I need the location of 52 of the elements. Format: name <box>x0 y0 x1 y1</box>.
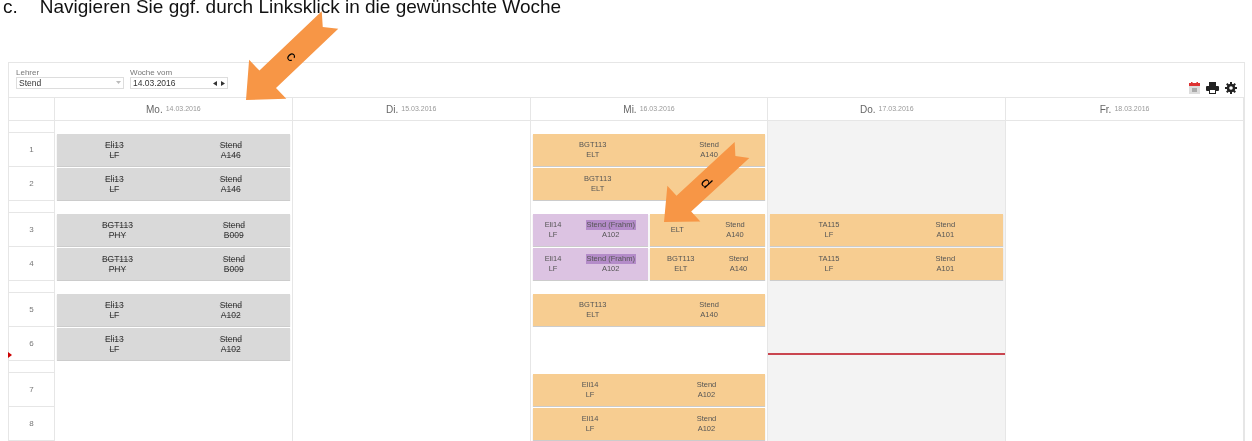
subject-name: LF <box>109 150 120 160</box>
printer-icon[interactable] <box>1206 82 1219 94</box>
lesson-card[interactable]: Eli13 LF Stend A146 <box>57 168 290 200</box>
class-name: Eli13 <box>104 140 124 150</box>
period-number: 2 <box>29 177 34 190</box>
teacher-name: Stend <box>219 300 242 310</box>
subject-name: LF <box>109 310 120 320</box>
room-name: A146 <box>220 184 241 194</box>
teacher-name: Stend <box>219 334 242 344</box>
callout-letter: d <box>697 173 716 192</box>
period-number: 8 <box>29 417 34 430</box>
subject-name: LF <box>109 344 120 354</box>
teacher-select[interactable]: Stend <box>16 77 124 89</box>
period-number: 1 <box>29 143 34 156</box>
calendar-icon[interactable] <box>1189 82 1200 94</box>
list-marker: c. <box>3 0 18 18</box>
class-name: BGT113 <box>101 220 133 230</box>
lesson-card[interactable]: Eli13 LF Stend A102 <box>57 328 290 360</box>
lesson-card[interactable]: Eli13 LF Stend A146 <box>57 134 290 166</box>
lesson-card[interactable]: BGT113 PHY Stend B009 <box>57 248 290 280</box>
instruction-text: Navigieren Sie ggf. durch Linksklick in die gewünschte Woche <box>39 0 562 18</box>
callout-letter: c <box>283 47 301 65</box>
period-number: 3 <box>29 223 34 236</box>
next-icon[interactable] <box>221 80 225 86</box>
room-name: A102 <box>220 344 241 354</box>
lesson-card[interactable]: Eli13 LF Stend A102 <box>57 294 290 326</box>
period-number: 5 <box>29 303 34 316</box>
teacher-name: Stend <box>222 254 245 264</box>
caret-icon <box>116 81 121 85</box>
period-number: 6 <box>29 337 34 350</box>
room-name: A146 <box>220 150 241 160</box>
class-name: Eli13 <box>104 174 124 184</box>
teacher-name: Stend <box>219 174 242 184</box>
period-number: 4 <box>29 257 34 270</box>
period-number: 7 <box>29 383 34 396</box>
teacher-name: Stend <box>219 140 242 150</box>
date-field[interactable]: 14.03.2016 <box>130 77 228 89</box>
class-name: Eli13 <box>104 334 124 344</box>
class-name: BGT113 <box>101 254 133 264</box>
room-name: A102 <box>220 310 241 320</box>
settings-icon[interactable] <box>1225 82 1237 94</box>
room-name: B009 <box>223 230 244 240</box>
subject-name: LF <box>109 184 120 194</box>
room-name: B009 <box>223 264 244 274</box>
class-name: Eli13 <box>104 300 124 310</box>
subject-name: PHY <box>108 264 127 274</box>
subject-name: PHY <box>108 230 127 240</box>
field-label: Lehrer <box>16 68 41 77</box>
teacher-name: Stend <box>222 220 245 230</box>
lesson-card[interactable]: BGT113 PHY Stend B009 <box>57 214 290 246</box>
field-label: Woche vom <box>130 68 174 77</box>
previous-icon[interactable] <box>213 80 217 86</box>
